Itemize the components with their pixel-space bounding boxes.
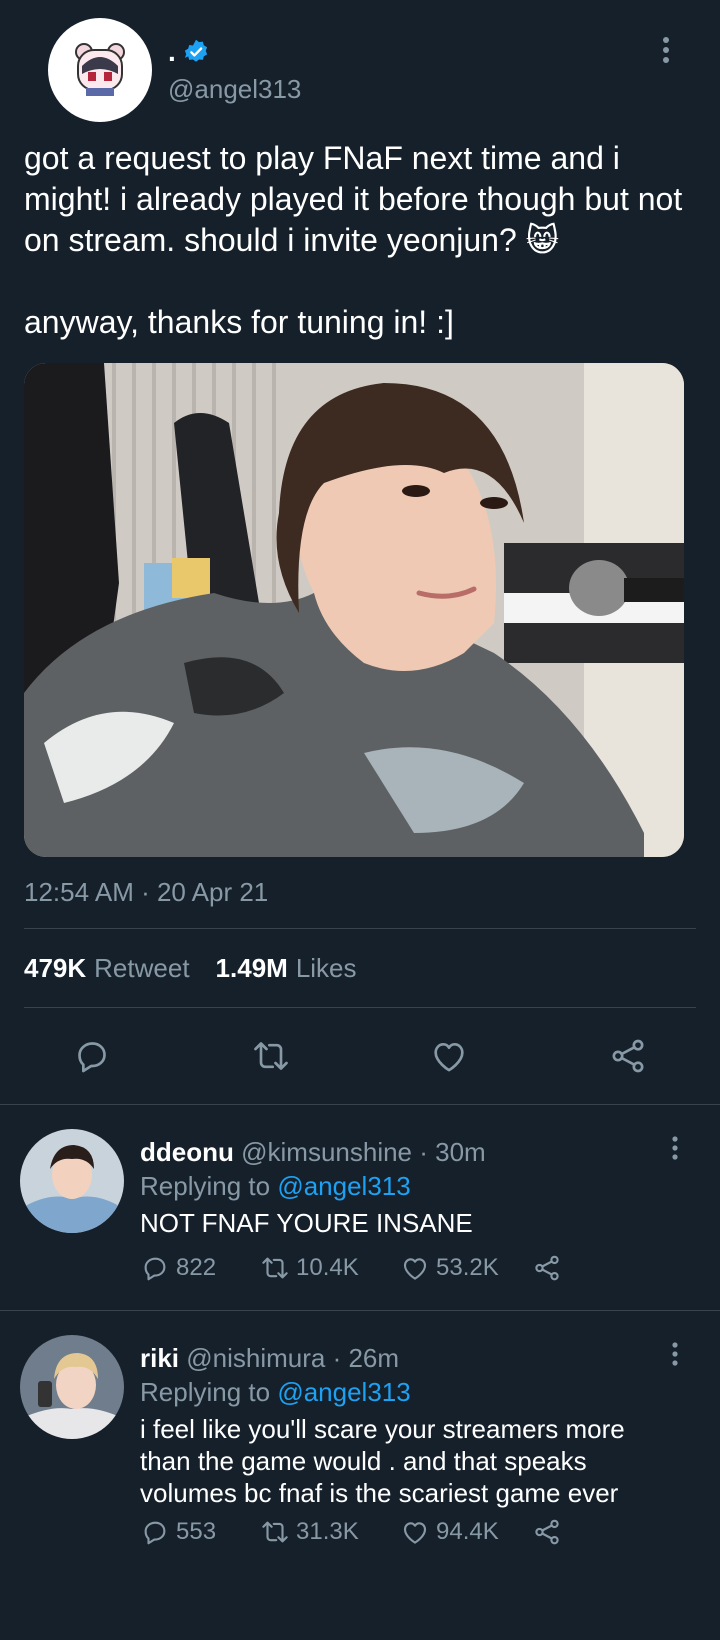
share-icon [535, 1519, 559, 1545]
reply-count: 553 [176, 1518, 217, 1545]
reply-text: NOT FNAF YOURE INSANE [140, 1208, 473, 1238]
retweet-icon[interactable] [251, 1036, 291, 1076]
verified-badge-icon [184, 39, 207, 62]
reply-retweet-button[interactable]: 31.3K [260, 1517, 400, 1547]
replying-to-link[interactable]: @angel313 [277, 1377, 410, 1407]
replying-to-line: Replying to @angel313 [140, 1375, 660, 1409]
author-handle[interactable]: @angel313 [168, 74, 301, 105]
reply-author-name[interactable]: ddeonu [140, 1137, 234, 1167]
photo-illustration [24, 363, 684, 857]
reply-more-button[interactable] [670, 1135, 680, 1161]
reply-actions: 553 31.3K 94.4K [140, 1517, 562, 1547]
avatar-illustration [20, 1129, 124, 1233]
retweet-count: 31.3K [296, 1518, 359, 1545]
reply-like-button[interactable]: 94.4K [400, 1517, 532, 1547]
reply-icon [144, 1521, 166, 1545]
more-options-button[interactable] [660, 36, 672, 64]
reply-text: i feel like you'll scare your streamers … [140, 1414, 625, 1508]
reply-reply-button[interactable]: 822 [140, 1253, 260, 1283]
retweets-label: Retweet [94, 952, 190, 983]
share-icon[interactable] [608, 1036, 648, 1076]
reply-avatar[interactable] [20, 1335, 124, 1439]
reply-icon [144, 1257, 166, 1281]
replying-to-line: Replying to @angel313 [140, 1169, 486, 1203]
reply-retweet-button[interactable]: 10.4K [260, 1253, 400, 1283]
replying-to-link[interactable]: @angel313 [277, 1171, 410, 1201]
reply-actions: 822 10.4K 53.2K [140, 1253, 562, 1283]
reply-icon[interactable] [72, 1036, 112, 1076]
reply-reply-button[interactable]: 553 [140, 1517, 260, 1547]
reply-author-line: riki @nishimura · 26m [140, 1341, 660, 1375]
likes-label: Likes [295, 952, 357, 983]
tweet-actions [24, 1008, 696, 1104]
reply-author-name[interactable]: riki [140, 1343, 179, 1373]
tweet-stats: 479K Retweet 1.49M Likes [24, 929, 696, 1007]
likes-count: 1.49M [215, 952, 288, 983]
tweet-text: got a request to play FNaF next time and… [24, 140, 683, 340]
tweet-timestamp: 12:54 AM · 20 Apr 21 [24, 877, 269, 907]
tweet-header: . @angel313 [24, 0, 696, 130]
reply-tweet[interactable]: ddeonu @kimsunshine · 30m Replying to @a… [0, 1105, 720, 1310]
reply-content: ddeonu @kimsunshine · 30m Replying to @a… [140, 1135, 486, 1239]
reply-tweet[interactable]: riki @nishimura · 26m Replying to @angel… [0, 1311, 720, 1571]
reply-avatar[interactable] [20, 1129, 124, 1233]
avatar-illustration [20, 1335, 124, 1439]
replying-to-label: Replying to [140, 1377, 271, 1407]
retweet-icon [262, 1521, 288, 1543]
retweets-count: 479K [24, 952, 87, 983]
likes-stat[interactable]: 1.49M Likes [216, 953, 357, 984]
avatar-illustration [75, 43, 125, 96]
reply-author-line: ddeonu @kimsunshine · 30m [140, 1135, 486, 1169]
retweet-icon [262, 1257, 288, 1279]
reply-handle-time: @nishimura · 26m [186, 1343, 400, 1373]
display-name-text: . [168, 36, 176, 67]
reply-share-button[interactable] [532, 1517, 562, 1547]
tweet-photo[interactable] [24, 363, 684, 857]
author-display-name[interactable]: . [168, 36, 210, 68]
author-avatar[interactable] [48, 18, 152, 122]
like-icon [403, 1522, 427, 1544]
reply-count: 822 [176, 1254, 217, 1281]
reply-share-button[interactable] [532, 1253, 562, 1283]
more-vertical-icon [672, 1342, 678, 1366]
more-vertical-icon [672, 1136, 678, 1160]
main-tweet: . @angel313 got a request to play FNaF n… [0, 0, 720, 1104]
reply-like-button[interactable]: 53.2K [400, 1253, 532, 1283]
retweet-count: 10.4K [296, 1254, 359, 1281]
replying-to-label: Replying to [140, 1171, 271, 1201]
like-icon[interactable] [429, 1036, 469, 1076]
retweets-stat[interactable]: 479K Retweet [24, 953, 190, 984]
more-vertical-icon [663, 37, 669, 63]
like-count: 94.4K [436, 1518, 499, 1545]
reply-content: riki @nishimura · 26m Replying to @angel… [140, 1341, 660, 1509]
share-icon [535, 1255, 559, 1281]
like-icon [403, 1258, 427, 1280]
like-count: 53.2K [436, 1254, 499, 1281]
reply-handle-time: @kimsunshine · 30m [241, 1137, 486, 1167]
reply-more-button[interactable] [670, 1341, 680, 1367]
